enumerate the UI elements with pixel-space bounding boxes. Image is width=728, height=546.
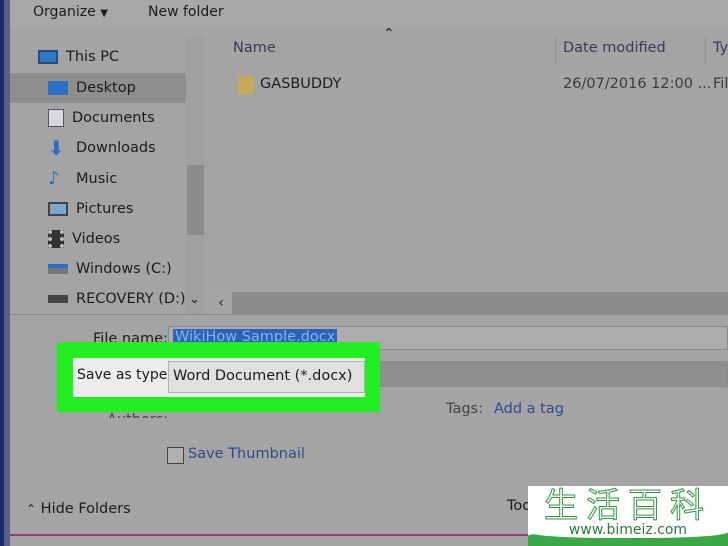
horizontal-scrollbar[interactable]	[210, 292, 728, 314]
nav-label: Downloads	[76, 140, 156, 156]
folder-icon	[238, 76, 254, 94]
column-divider	[705, 36, 706, 64]
watermark-text: 生活百科	[544, 486, 712, 527]
save-type-dropdown-bg[interactable]	[360, 361, 728, 387]
caret-down-icon: ▼	[100, 8, 108, 19]
save-thumbnail-checkbox[interactable]	[167, 447, 184, 464]
add-tag-input[interactable]: Add a tag	[494, 401, 564, 417]
scroll-left-icon[interactable]: ‹	[210, 292, 232, 314]
drive-icon	[48, 264, 68, 274]
computer-icon	[38, 50, 58, 64]
navigation-pane: This PC Desktop Documents ⬇ Downloads ♪ Mu…	[10, 36, 186, 314]
hide-folders-button[interactable]: ⌃ Hide Folders	[26, 501, 131, 517]
file-type: Fil	[713, 76, 728, 92]
nav-label: RECOVERY (D:)	[76, 291, 186, 307]
nav-item-windows-c[interactable]: Windows (C:)	[10, 254, 186, 284]
nav-label: Desktop	[76, 80, 136, 96]
nav-scrollbar-thumb[interactable]	[187, 165, 204, 235]
nav-item-pictures[interactable]: Pictures	[10, 194, 186, 224]
nav-item-recovery-d[interactable]: RECOVERY (D:)	[10, 284, 186, 314]
save-thumbnail-label[interactable]: Save Thumbnail	[188, 446, 305, 462]
documents-icon	[48, 109, 64, 127]
file-name: GASBUDDY	[260, 76, 342, 92]
column-divider	[555, 36, 556, 64]
tags-label: Tags:	[446, 401, 483, 417]
desktop-edge-dark	[0, 0, 4, 546]
nav-item-music[interactable]: ♪ Music	[10, 164, 186, 194]
drive-icon	[48, 295, 68, 303]
pictures-icon	[48, 202, 68, 216]
nav-item-downloads[interactable]: ⬇ Downloads	[10, 133, 186, 163]
nav-item-videos[interactable]: Videos	[10, 224, 186, 254]
file-date: 26/07/2016 12:00 ...	[563, 76, 712, 92]
nav-label: Pictures	[76, 201, 134, 217]
nav-label: This PC	[66, 49, 120, 65]
nav-label: Documents	[72, 110, 155, 126]
nav-item-desktop[interactable]: Desktop	[10, 73, 186, 103]
download-arrow-icon: ⬇	[48, 136, 65, 160]
organize-label: Organize	[33, 4, 96, 20]
film-icon	[48, 230, 64, 248]
column-header-name[interactable]: Name	[233, 40, 276, 56]
music-note-icon: ♪	[48, 168, 60, 189]
new-folder-button[interactable]: New folder	[148, 4, 224, 20]
divider	[10, 314, 728, 315]
taskbar-edge	[10, 534, 530, 536]
column-header-type[interactable]: Ty	[713, 40, 728, 56]
chevron-up-icon: ⌃	[26, 502, 37, 516]
column-header-date[interactable]: Date modified	[563, 40, 666, 56]
save-type-label: Save as type:	[77, 367, 173, 383]
nav-label: Music	[76, 171, 118, 187]
watermark-url: www.bimeiz.com	[528, 523, 728, 538]
scroll-down-icon[interactable]: ⌄	[189, 292, 200, 307]
file-row[interactable]: GASBUDDY 26/07/2016 12:00 ... Fil	[236, 74, 728, 98]
organize-button[interactable]: Organize ▼	[33, 4, 108, 20]
nav-label: Videos	[72, 231, 121, 247]
authors-label: Authors:	[107, 412, 168, 418]
nav-label: Windows (C:)	[76, 261, 172, 277]
toolbar: Organize ▼ New folder	[10, 0, 728, 28]
save-type-dropdown[interactable]: Word Document (*.docx)	[168, 361, 365, 393]
sort-ascending-icon: ⌃	[383, 26, 395, 42]
hide-folders-label: Hide Folders	[40, 501, 131, 517]
nav-item-documents[interactable]: Documents	[10, 103, 186, 133]
desktop-icon	[48, 81, 68, 95]
watermark-logo: 生活百科 www.bimeiz.com	[528, 486, 728, 546]
